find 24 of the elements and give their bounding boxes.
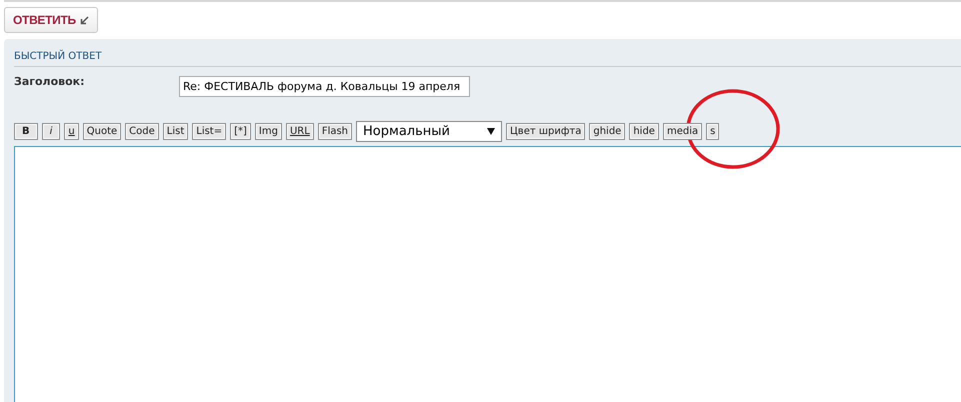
format-button[interactable]: i [42, 123, 60, 140]
format-button[interactable]: Quote [82, 123, 122, 140]
format-button[interactable]: B [14, 123, 38, 140]
section-title: БЫСТРЫЙ ОТВЕТ [14, 49, 961, 67]
format-button[interactable]: Цвет шрифта [506, 123, 586, 140]
format-button[interactable]: s [706, 123, 720, 140]
format-button[interactable]: Flash [318, 123, 352, 140]
arrow-icon [80, 16, 89, 24]
format-button[interactable]: URL [286, 123, 314, 140]
subject-field[interactable]: Re: ФЕСТИВАЛЬ форума д. Ковальцы 19 апреля [179, 76, 470, 97]
dropdown-arrow-icon [487, 128, 496, 135]
font-size-dropdown[interactable]: Нормальный [356, 121, 502, 142]
subject-label: Заголовок: [14, 75, 86, 88]
format-button[interactable]: Code [125, 123, 159, 140]
reply-button[interactable]: ОТВЕТИТЬ [4, 7, 98, 33]
format-button[interactable]: List [162, 123, 188, 140]
format-button[interactable]: List= [192, 123, 226, 140]
format-button[interactable]: u [64, 123, 79, 140]
format-button[interactable]: media [662, 123, 702, 140]
format-button[interactable]: Img [254, 123, 282, 140]
message-textarea[interactable] [14, 146, 961, 402]
format-button[interactable]: hide [629, 123, 659, 140]
format-button[interactable]: [*] [230, 123, 251, 140]
format-button[interactable]: ghide [589, 123, 626, 140]
